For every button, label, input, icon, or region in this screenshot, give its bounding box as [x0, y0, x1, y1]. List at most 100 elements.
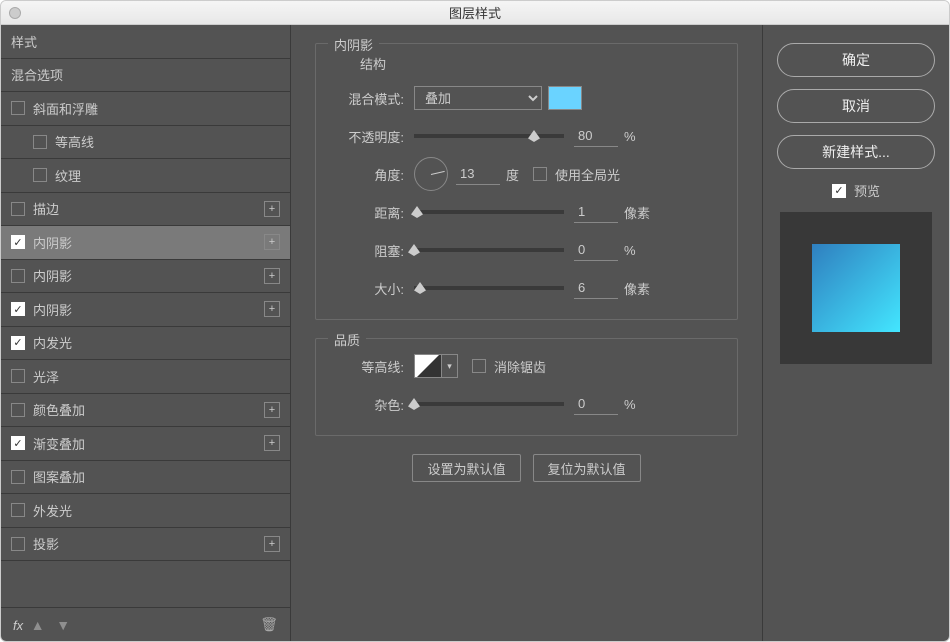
- angle-dial[interactable]: [414, 157, 448, 191]
- contour-preview[interactable]: [414, 354, 442, 378]
- plus-icon[interactable]: +: [264, 201, 280, 217]
- arrow-up-icon[interactable]: ▲: [31, 617, 45, 633]
- sidebar-item-label: 光泽: [33, 367, 59, 386]
- preview-swatch: [812, 244, 900, 332]
- sidebar-item-label: 投影: [33, 534, 59, 553]
- effect-checkbox[interactable]: [11, 202, 25, 216]
- effect-checkbox[interactable]: [11, 336, 25, 350]
- distance-slider[interactable]: [414, 210, 564, 214]
- preview-checkbox[interactable]: [832, 184, 846, 198]
- sidebar-item[interactable]: 外发光: [1, 494, 290, 528]
- effect-checkbox[interactable]: [11, 537, 25, 551]
- size-label: 大小:: [332, 279, 404, 298]
- sidebar-item[interactable]: 颜色叠加+: [1, 394, 290, 428]
- angle-unit: 度: [506, 165, 519, 184]
- sidebar-item[interactable]: 等高线: [1, 126, 290, 160]
- size-slider[interactable]: [414, 286, 564, 290]
- structure-label: 结构: [360, 54, 721, 73]
- contour-label: 等高线:: [332, 357, 404, 376]
- style-list: 样式 混合选项 斜面和浮雕等高线纹理描边+内阴影+内阴影+内阴影+内发光光泽颜色…: [1, 25, 290, 607]
- plus-icon[interactable]: +: [264, 234, 280, 250]
- effect-checkbox[interactable]: [11, 369, 25, 383]
- sidebar-item-label: 等高线: [55, 132, 94, 151]
- sidebar-item[interactable]: 内发光: [1, 327, 290, 361]
- choke-label: 阻塞:: [332, 241, 404, 260]
- sidebar-item[interactable]: 图案叠加: [1, 461, 290, 495]
- sidebar-item[interactable]: 内阴影 +: [1, 293, 290, 327]
- sidebar-item[interactable]: 光泽: [1, 360, 290, 394]
- effect-checkbox[interactable]: [11, 503, 25, 517]
- sidebar-item-label: 图案叠加: [33, 467, 85, 486]
- structure-group: 内阴影 结构 混合模式: 叠加 不透明度: % 角度: 度: [315, 43, 738, 320]
- effect-checkbox[interactable]: [11, 269, 25, 283]
- new-style-button[interactable]: 新建样式...: [777, 135, 935, 169]
- quality-label: 品质: [328, 330, 366, 349]
- size-input[interactable]: [574, 277, 618, 299]
- slider-thumb-icon[interactable]: [414, 282, 426, 294]
- angle-input[interactable]: [456, 163, 500, 185]
- effect-checkbox[interactable]: [33, 135, 47, 149]
- close-icon[interactable]: [9, 7, 21, 19]
- slider-thumb-icon[interactable]: [528, 130, 540, 142]
- sidebar-item[interactable]: 投影 +: [1, 528, 290, 562]
- window-title: 图层样式: [449, 3, 501, 22]
- global-light-checkbox[interactable]: [533, 167, 547, 181]
- choke-slider[interactable]: [414, 248, 564, 252]
- opacity-input[interactable]: [574, 125, 618, 147]
- sidebar-item[interactable]: 内阴影+: [1, 260, 290, 294]
- styles-sidebar: 样式 混合选项 斜面和浮雕等高线纹理描边+内阴影+内阴影+内阴影+内发光光泽颜色…: [1, 25, 291, 641]
- sidebar-item-label: 外发光: [33, 501, 72, 520]
- title-bar: 图层样式: [1, 1, 949, 25]
- choke-input[interactable]: [574, 239, 618, 261]
- sidebar-header-styles[interactable]: 样式: [1, 25, 290, 59]
- slider-thumb-icon[interactable]: [411, 206, 423, 218]
- quality-group: 品质 等高线: ▾ 消除锯齿 杂色: %: [315, 338, 738, 436]
- plus-icon[interactable]: +: [264, 402, 280, 418]
- sidebar-item[interactable]: 斜面和浮雕: [1, 92, 290, 126]
- effect-checkbox[interactable]: [11, 436, 25, 450]
- blend-mode-select[interactable]: 叠加: [414, 86, 542, 110]
- sidebar-item-label: 内阴影: [33, 300, 72, 319]
- noise-unit: %: [624, 397, 636, 412]
- contour-dropdown[interactable]: ▾: [442, 354, 458, 378]
- fx-menu[interactable]: fx: [13, 618, 23, 633]
- cancel-button[interactable]: 取消: [777, 89, 935, 123]
- make-default-button[interactable]: 设置为默认值: [412, 454, 520, 482]
- slider-thumb-icon[interactable]: [408, 244, 420, 256]
- global-light-label: 使用全局光: [555, 165, 620, 184]
- plus-icon[interactable]: +: [264, 435, 280, 451]
- trash-icon[interactable]: 🗑: [260, 616, 278, 633]
- antialias-checkbox[interactable]: [472, 359, 486, 373]
- plus-icon[interactable]: +: [264, 268, 280, 284]
- effect-checkbox[interactable]: [33, 168, 47, 182]
- opacity-unit: %: [624, 129, 636, 144]
- color-swatch[interactable]: [548, 86, 582, 110]
- effect-checkbox[interactable]: [11, 403, 25, 417]
- noise-slider[interactable]: [414, 402, 564, 406]
- sidebar-item-label: 内阴影: [33, 233, 72, 252]
- sidebar-item[interactable]: 描边+: [1, 193, 290, 227]
- arrow-down-icon[interactable]: ▼: [56, 617, 70, 633]
- sidebar-header-blend-options[interactable]: 混合选项: [1, 59, 290, 93]
- noise-input[interactable]: [574, 393, 618, 415]
- plus-icon[interactable]: +: [264, 536, 280, 552]
- effect-checkbox[interactable]: [11, 470, 25, 484]
- effect-checkbox[interactable]: [11, 101, 25, 115]
- sidebar-bottom-bar: fx ▲ ▼ 🗑: [1, 607, 290, 641]
- effect-checkbox[interactable]: [11, 235, 25, 249]
- opacity-slider[interactable]: [414, 134, 564, 138]
- angle-hand-icon: [431, 171, 445, 175]
- slider-thumb-icon[interactable]: [408, 398, 420, 410]
- plus-icon[interactable]: +: [264, 301, 280, 317]
- effect-checkbox[interactable]: [11, 302, 25, 316]
- distance-input[interactable]: [574, 201, 618, 223]
- antialias-label: 消除锯齿: [494, 357, 546, 376]
- angle-label: 角度:: [332, 165, 404, 184]
- ok-button[interactable]: 确定: [777, 43, 935, 77]
- sidebar-item[interactable]: 渐变叠加+: [1, 427, 290, 461]
- choke-unit: %: [624, 243, 636, 258]
- sidebar-item[interactable]: 内阴影 +: [1, 226, 290, 260]
- distance-label: 距离:: [332, 203, 404, 222]
- sidebar-item[interactable]: 纹理: [1, 159, 290, 193]
- reset-default-button[interactable]: 复位为默认值: [533, 454, 641, 482]
